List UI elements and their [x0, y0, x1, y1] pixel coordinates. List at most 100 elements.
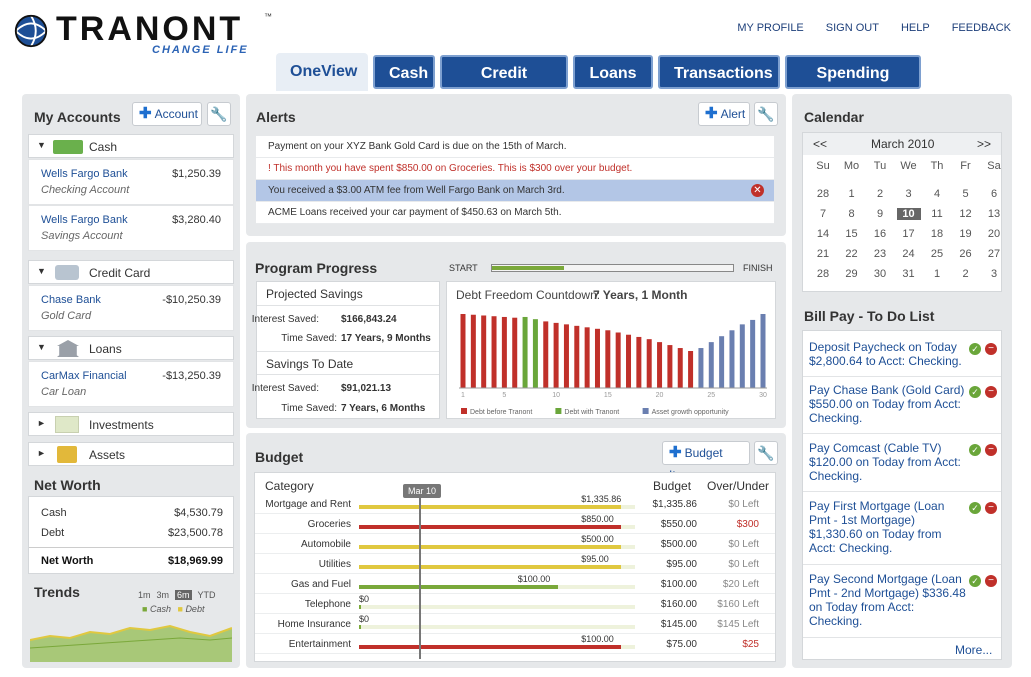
- alerts-settings-wrench-icon[interactable]: 🔧: [754, 102, 778, 126]
- alert-item-warning[interactable]: ! This month you have spent $850.00 on G…: [256, 158, 774, 180]
- calendar-day[interactable]: 9: [868, 208, 892, 220]
- calendar-day[interactable]: 15: [840, 228, 864, 240]
- remove-minus-icon[interactable]: −: [985, 444, 997, 456]
- range-6m[interactable]: 6m: [175, 590, 192, 600]
- calendar-day[interactable]: 2: [868, 188, 892, 200]
- bill-pay-item[interactable]: Pay Chase Bank (Gold Card) $550.00 on To…: [803, 378, 1001, 434]
- bill-pay-item[interactable]: Pay First Mortgage (Loan Pmt - 1st Mortg…: [803, 494, 1001, 565]
- remove-minus-icon[interactable]: −: [985, 502, 997, 514]
- range-ytd[interactable]: YTD: [198, 590, 216, 600]
- next-month-button[interactable]: >>: [977, 137, 991, 151]
- cash-group-header[interactable]: ▼ Cash: [28, 134, 234, 158]
- calendar-day[interactable]: 23: [868, 248, 892, 260]
- account-row[interactable]: Wells Fargo Bank Checking Account $1,250…: [28, 159, 234, 205]
- assets-group-header[interactable]: ► Assets: [28, 442, 234, 466]
- calendar-day[interactable]: 8: [840, 208, 864, 220]
- budget-row[interactable]: Mortgage and Rent $1,335.86 $1,335.86 $0…: [255, 494, 775, 514]
- calendar-today[interactable]: 10: [896, 208, 921, 220]
- calendar-day[interactable]: 3: [897, 188, 921, 200]
- calendar-day[interactable]: 3: [982, 268, 1006, 280]
- approve-check-icon[interactable]: ✓: [969, 343, 981, 355]
- calendar-day[interactable]: 1: [840, 188, 864, 200]
- tab-transactions[interactable]: Transactions: [658, 55, 780, 89]
- tab-credit-cards[interactable]: Credit Cards: [440, 55, 568, 116]
- calendar-day[interactable]: 14: [811, 228, 835, 240]
- bill-pay-item[interactable]: Pay Comcast (Cable TV) $120.00 on Today …: [803, 436, 1001, 492]
- remove-minus-icon[interactable]: −: [985, 343, 997, 355]
- calendar-day[interactable]: 18: [925, 228, 949, 240]
- calendar-day[interactable]: 29: [840, 268, 864, 280]
- alert-item[interactable]: ACME Loans received your car payment of …: [256, 202, 774, 224]
- budget-row[interactable]: Groceries $850.00 $550.00 $300: [255, 514, 775, 534]
- calendar-day[interactable]: 2: [954, 268, 978, 280]
- remove-minus-icon[interactable]: −: [985, 575, 997, 587]
- budget-bar-fill: [359, 585, 558, 589]
- tab-spending-plan[interactable]: Spending Plan: [785, 55, 921, 116]
- calendar-day[interactable]: 4: [925, 188, 949, 200]
- net-worth-title: Net Worth: [34, 477, 101, 493]
- approve-check-icon[interactable]: ✓: [969, 386, 981, 398]
- calendar-day[interactable]: 12: [954, 208, 978, 220]
- calendar-day[interactable]: 19: [954, 228, 978, 240]
- budget-row[interactable]: Entertainment $100.00 $75.00 $25: [255, 634, 775, 654]
- credit-group-header[interactable]: ▼ Credit Card: [28, 260, 234, 284]
- remove-minus-icon[interactable]: −: [985, 386, 997, 398]
- add-account-button[interactable]: ✚ Account: [132, 102, 202, 126]
- program-progress-fill: [492, 266, 565, 270]
- calendar-day[interactable]: 26: [954, 248, 978, 260]
- calendar-day[interactable]: 21: [811, 248, 835, 260]
- account-row[interactable]: Chase Bank Gold Card -$10,250.39: [28, 285, 234, 331]
- tab-cash[interactable]: Cash: [373, 55, 435, 89]
- budget-row[interactable]: Telephone $0 $160.00 $160 Left: [255, 594, 775, 614]
- bill-pay-item[interactable]: Deposit Paycheck on Today $2,800.64 to A…: [803, 335, 1001, 377]
- approve-check-icon[interactable]: ✓: [969, 575, 981, 587]
- approve-check-icon[interactable]: ✓: [969, 444, 981, 456]
- account-row[interactable]: CarMax Financial Car Loan -$13,250.39: [28, 361, 234, 407]
- calendar-day[interactable]: 22: [840, 248, 864, 260]
- calendar-day[interactable]: 13: [982, 208, 1006, 220]
- help-link[interactable]: HELP: [901, 22, 930, 34]
- budget-row[interactable]: Gas and Fuel $100.00 $100.00 $20 Left: [255, 574, 775, 594]
- tab-oneview[interactable]: OneView: [276, 53, 368, 91]
- logo[interactable]: TRANONT ™ CHANGE LIFE: [12, 10, 272, 58]
- budget-row[interactable]: Automobile $500.00 $500.00 $0 Left: [255, 534, 775, 554]
- calendar-day[interactable]: 27: [982, 248, 1006, 260]
- calendar-day[interactable]: 1: [925, 268, 949, 280]
- calendar-day[interactable]: 5: [954, 188, 978, 200]
- calendar-day[interactable]: 25: [925, 248, 949, 260]
- calendar-day[interactable]: 30: [868, 268, 892, 280]
- tab-loans[interactable]: Loans: [573, 55, 653, 89]
- bill-pay-item[interactable]: Pay Second Mortgage (Loan Pmt - 2nd Mort…: [803, 567, 1001, 638]
- calendar-day[interactable]: 6: [982, 188, 1006, 200]
- my-profile-link[interactable]: MY PROFILE: [737, 22, 803, 34]
- add-alert-button[interactable]: ✚ Alert: [698, 102, 750, 126]
- calendar-day[interactable]: 16: [868, 228, 892, 240]
- calendar-day[interactable]: 28: [811, 188, 835, 200]
- range-1m[interactable]: 1m: [138, 590, 151, 600]
- budget-settings-wrench-icon[interactable]: 🔧: [754, 441, 778, 465]
- alert-item-selected[interactable]: You received a $3.00 ATM fee from Well F…: [256, 180, 774, 202]
- calendar-day[interactable]: 17: [897, 228, 921, 240]
- account-row[interactable]: Wells Fargo Bank Savings Account $3,280.…: [28, 205, 234, 251]
- feedback-link[interactable]: FEEDBACK: [952, 22, 1011, 34]
- calendar-day[interactable]: 11: [925, 208, 949, 220]
- calendar-day[interactable]: 28: [811, 268, 835, 280]
- alert-item[interactable]: Payment on your XYZ Bank Gold Card is du…: [256, 136, 774, 158]
- calendar-day[interactable]: 7: [811, 208, 835, 220]
- bill-pay-text: Pay First Mortgage (Loan Pmt - 1st Mortg…: [809, 499, 945, 555]
- investments-group-header[interactable]: ► Investments: [28, 412, 234, 436]
- calendar-day[interactable]: 31: [897, 268, 921, 280]
- add-budget-item-button[interactable]: ✚Budget Item: [662, 441, 750, 482]
- calendar-day[interactable]: 20: [982, 228, 1006, 240]
- prev-month-button[interactable]: <<: [813, 137, 827, 151]
- range-3m[interactable]: 3m: [157, 590, 170, 600]
- loans-group-header[interactable]: ▼ Loans: [28, 336, 234, 360]
- dismiss-alert-icon[interactable]: ✕: [751, 184, 764, 197]
- approve-check-icon[interactable]: ✓: [969, 502, 981, 514]
- sign-out-link[interactable]: SIGN OUT: [826, 22, 879, 34]
- budget-row[interactable]: Utilities $95.00 $95.00 $0 Left: [255, 554, 775, 574]
- accounts-settings-wrench-icon[interactable]: 🔧: [207, 102, 231, 126]
- calendar-day[interactable]: 24: [897, 248, 921, 260]
- budget-row[interactable]: Home Insurance $0 $145.00 $145 Left: [255, 614, 775, 634]
- bill-pay-more-link[interactable]: More...: [955, 643, 992, 657]
